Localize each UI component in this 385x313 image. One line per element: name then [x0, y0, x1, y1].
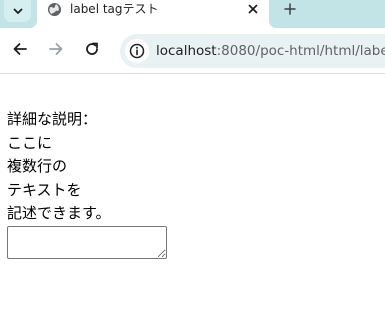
browser-window: label tagテスト localhost:8080/poc-html/htm…	[0, 0, 385, 313]
url-path: :8080/poc-html/html/labelTa	[216, 43, 385, 59]
arrow-left-icon	[13, 43, 27, 55]
tab-active[interactable]: label tagテスト	[29, 0, 277, 28]
tab-search-button[interactable]	[4, 0, 31, 22]
reload-icon	[86, 42, 98, 55]
description-label[interactable]: 詳細な説明： ここに 複数行の テキストを 記述できます。	[7, 108, 377, 226]
close-icon	[248, 4, 258, 14]
chevron-down-icon	[13, 8, 22, 14]
back-button[interactable]	[7, 36, 33, 62]
info-icon	[129, 43, 145, 59]
label-line: 詳細な説明：	[7, 110, 98, 128]
label-line: 記述できます。	[7, 204, 111, 222]
site-info-button[interactable]	[125, 39, 149, 63]
tab-close-button[interactable]	[245, 1, 261, 17]
new-tab-button[interactable]	[280, 0, 300, 18]
toolbar: localhost:8080/poc-html/html/labelTa	[0, 28, 385, 74]
page-content: 詳細な説明： ここに 複数行の テキストを 記述できます。	[7, 108, 377, 259]
url-host: localhost	[156, 43, 217, 59]
tab-strip: label tagテスト	[0, 0, 385, 28]
label-line: テキストを	[7, 180, 82, 199]
tab-title: label tagテスト	[70, 2, 159, 16]
forward-button[interactable]	[43, 36, 69, 62]
url-text: localhost:8080/poc-html/html/labelTa	[156, 43, 385, 59]
globe-icon	[47, 2, 62, 17]
label-line: 複数行の	[7, 157, 68, 175]
toolbar-divider	[0, 73, 385, 74]
plus-icon	[284, 3, 296, 15]
address-bar[interactable]: localhost:8080/poc-html/html/labelTa	[120, 34, 385, 68]
reload-button[interactable]	[79, 36, 105, 62]
arrow-right-icon	[49, 43, 63, 55]
label-line: ここに	[7, 133, 53, 152]
description-textarea[interactable]	[7, 225, 167, 259]
